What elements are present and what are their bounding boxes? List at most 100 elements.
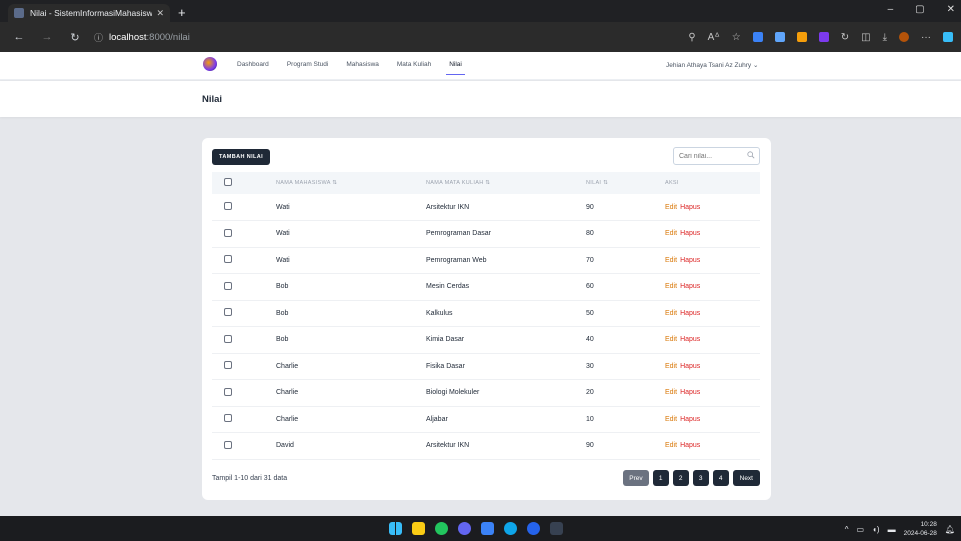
row-checkbox[interactable] xyxy=(224,228,232,237)
nav-item-mahasiswa[interactable]: Mahasiswa xyxy=(346,61,379,68)
window-controls: – ▢ ✕ xyxy=(888,4,955,15)
add-nilai-button[interactable]: TAMBAH NILAI xyxy=(212,149,271,165)
edit-link[interactable]: Edit xyxy=(665,204,677,211)
minimize-icon[interactable]: – xyxy=(888,4,894,15)
battery-icon[interactable]: ▬ xyxy=(888,525,896,534)
row-checkbox[interactable] xyxy=(224,440,232,449)
delete-link[interactable]: Hapus xyxy=(680,363,700,370)
browser-tab-bar: Nilai - SistemInformasiMahasisw ✕ + – ▢ … xyxy=(0,0,961,22)
clock[interactable]: 10:28 2024-06-28 xyxy=(904,520,937,538)
row-checkbox[interactable] xyxy=(224,308,232,317)
notification-icon[interactable]: 🔔︎ xyxy=(945,525,955,534)
row-checkbox[interactable] xyxy=(224,334,232,343)
url-field[interactable]: ⓘ localhost :8000/nilai xyxy=(94,31,190,44)
edge-icon[interactable] xyxy=(504,522,517,535)
edit-link[interactable]: Edit xyxy=(665,442,677,449)
row-checkbox[interactable] xyxy=(224,361,232,370)
tab-title: Nilai - SistemInformasiMahasisw xyxy=(30,8,153,18)
delete-link[interactable]: Hapus xyxy=(680,283,700,290)
maximize-icon[interactable]: ▢ xyxy=(915,4,924,15)
prev-page-button[interactable]: Prev xyxy=(623,470,649,486)
edit-link[interactable]: Edit xyxy=(665,310,677,317)
pagination: Prev 1 2 3 4 Next xyxy=(623,470,760,486)
edit-link[interactable]: Edit xyxy=(665,283,677,290)
page-2-button[interactable]: 2 xyxy=(672,470,689,486)
cell-nama-mata-kuliah: Kalkulus xyxy=(426,309,453,317)
new-tab-icon[interactable]: + xyxy=(178,5,186,20)
cell-nama-mata-kuliah: Arsitektur IKN xyxy=(426,203,470,211)
close-tab-icon[interactable]: ✕ xyxy=(156,8,164,19)
site-info-icon[interactable]: ⓘ xyxy=(94,31,103,44)
row-checkbox[interactable] xyxy=(224,387,232,396)
page-title: Nilai xyxy=(202,94,223,105)
edit-link[interactable]: Edit xyxy=(665,257,677,264)
extension-icon[interactable] xyxy=(796,32,807,42)
nav-item-dashboard[interactable]: Dashboard xyxy=(237,61,269,68)
extension-icon[interactable] xyxy=(774,32,785,42)
edit-link[interactable]: Edit xyxy=(665,363,677,370)
copilot-icon[interactable] xyxy=(943,32,953,42)
profile-avatar-icon[interactable] xyxy=(899,32,909,42)
delete-link[interactable]: Hapus xyxy=(680,389,700,396)
edit-link[interactable]: Edit xyxy=(665,416,677,423)
page-1-button[interactable]: 1 xyxy=(652,470,669,486)
delete-link[interactable]: Hapus xyxy=(680,204,700,211)
extension-icon[interactable] xyxy=(752,32,763,42)
edit-link[interactable]: Edit xyxy=(665,230,677,237)
forward-icon[interactable]: → xyxy=(38,31,56,43)
page-3-button[interactable]: 3 xyxy=(692,470,709,486)
search-icon xyxy=(747,151,755,159)
chevron-up-icon[interactable]: ^ xyxy=(845,525,849,534)
cell-nama-mahasiswa: Wati xyxy=(276,256,290,264)
nav-item-mata-kuliah[interactable]: Mata Kuliah xyxy=(397,61,431,68)
close-window-icon[interactable]: ✕ xyxy=(947,4,955,15)
edit-link[interactable]: Edit xyxy=(665,389,677,396)
read-aloud-icon[interactable]: Aᐞ xyxy=(708,32,720,43)
delete-link[interactable]: Hapus xyxy=(680,230,700,237)
row-checkbox[interactable] xyxy=(224,255,232,264)
notepad-icon[interactable] xyxy=(481,522,494,535)
refresh-extension-icon[interactable]: ↻ xyxy=(841,32,849,43)
select-all-checkbox[interactable] xyxy=(224,178,232,186)
network-icon[interactable]: ▭ xyxy=(857,525,865,534)
next-page-button[interactable]: Next xyxy=(732,470,760,486)
taskbar-apps xyxy=(389,522,563,535)
browser-app-icon[interactable] xyxy=(527,522,540,535)
more-icon[interactable]: ··· xyxy=(921,32,931,43)
windows-taskbar: ^ ▭ ◖) ▬ 10:28 2024-06-28 🔔︎ xyxy=(0,516,961,541)
favorite-star-icon[interactable]: ☆ xyxy=(732,32,741,43)
app-logo[interactable] xyxy=(203,57,217,71)
volume-icon[interactable]: ◖) xyxy=(872,525,880,534)
terminal-icon[interactable] xyxy=(550,522,563,535)
cell-nama-mata-kuliah: Kimia Dasar xyxy=(426,336,465,344)
favicon-icon xyxy=(14,8,24,18)
split-screen-icon[interactable]: ◫ xyxy=(861,32,870,43)
browser-tab[interactable]: Nilai - SistemInformasiMahasisw ✕ xyxy=(8,4,170,22)
refresh-icon[interactable]: ↻ xyxy=(66,31,84,44)
spotify-icon[interactable] xyxy=(435,522,448,535)
windows-start-icon[interactable] xyxy=(389,522,402,535)
delete-link[interactable]: Hapus xyxy=(680,442,700,449)
back-icon[interactable]: ← xyxy=(10,31,28,43)
header-nama-mata-kuliah[interactable]: NAMA MATA KULIAH ⇅ xyxy=(426,172,586,194)
nav-item-program-studi[interactable]: Program Studi xyxy=(287,61,329,68)
extension-icon[interactable] xyxy=(818,32,829,42)
row-checkbox[interactable] xyxy=(224,202,232,210)
nav-item-nilai[interactable]: Nilai xyxy=(446,61,465,75)
page-4-button[interactable]: 4 xyxy=(712,470,729,486)
clock-date: 2024-06-28 xyxy=(903,530,937,537)
row-checkbox[interactable] xyxy=(224,414,232,423)
row-checkbox[interactable] xyxy=(224,281,232,290)
edit-link[interactable]: Edit xyxy=(665,336,677,343)
delete-link[interactable]: Hapus xyxy=(680,336,700,343)
delete-link[interactable]: Hapus xyxy=(680,257,700,264)
zoom-icon[interactable]: ⚲ xyxy=(688,32,695,43)
user-menu[interactable]: Jehian Athaya Tsani Az Zuhry ⌄ xyxy=(666,61,758,69)
delete-link[interactable]: Hapus xyxy=(680,310,700,317)
downloads-icon[interactable]: ⤓ xyxy=(883,32,887,43)
header-nilai[interactable]: NILAI ⇅ xyxy=(586,172,665,194)
delete-link[interactable]: Hapus xyxy=(680,416,700,423)
discord-icon[interactable] xyxy=(458,522,471,535)
header-nama-mahasiswa[interactable]: NAMA MAHASISWA ⇅ xyxy=(276,172,426,194)
file-explorer-icon[interactable] xyxy=(412,522,425,535)
